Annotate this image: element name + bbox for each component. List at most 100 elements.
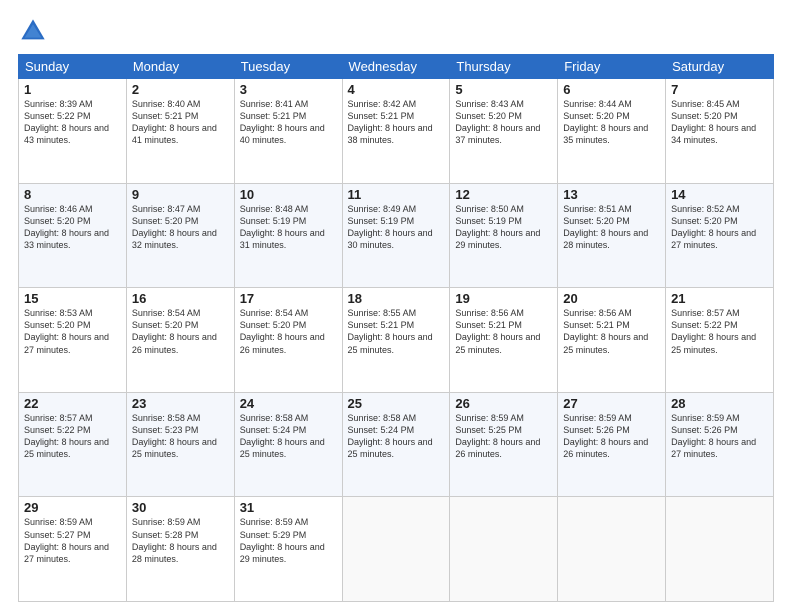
calendar-cell: 5 Sunrise: 8:43 AMSunset: 5:20 PMDayligh… — [450, 79, 558, 184]
day-number: 11 — [348, 187, 445, 202]
day-number: 5 — [455, 82, 552, 97]
day-number: 4 — [348, 82, 445, 97]
day-number: 26 — [455, 396, 552, 411]
day-number: 21 — [671, 291, 768, 306]
cell-info: Sunrise: 8:42 AMSunset: 5:21 PMDaylight:… — [348, 99, 433, 145]
calendar-cell: 15 Sunrise: 8:53 AMSunset: 5:20 PMDaylig… — [19, 288, 127, 393]
weekday-header: Sunday — [19, 55, 127, 79]
weekday-header: Thursday — [450, 55, 558, 79]
calendar-cell: 11 Sunrise: 8:49 AMSunset: 5:19 PMDaylig… — [342, 183, 450, 288]
cell-info: Sunrise: 8:54 AMSunset: 5:20 PMDaylight:… — [132, 308, 217, 354]
calendar-cell: 6 Sunrise: 8:44 AMSunset: 5:20 PMDayligh… — [558, 79, 666, 184]
calendar-cell: 27 Sunrise: 8:59 AMSunset: 5:26 PMDaylig… — [558, 392, 666, 497]
day-number: 29 — [24, 500, 121, 515]
day-number: 22 — [24, 396, 121, 411]
day-number: 16 — [132, 291, 229, 306]
day-number: 30 — [132, 500, 229, 515]
day-number: 15 — [24, 291, 121, 306]
day-number: 8 — [24, 187, 121, 202]
weekday-header: Tuesday — [234, 55, 342, 79]
cell-info: Sunrise: 8:59 AMSunset: 5:26 PMDaylight:… — [671, 413, 756, 459]
calendar-cell: 10 Sunrise: 8:48 AMSunset: 5:19 PMDaylig… — [234, 183, 342, 288]
cell-info: Sunrise: 8:59 AMSunset: 5:26 PMDaylight:… — [563, 413, 648, 459]
day-number: 18 — [348, 291, 445, 306]
cell-info: Sunrise: 8:53 AMSunset: 5:20 PMDaylight:… — [24, 308, 109, 354]
cell-info: Sunrise: 8:58 AMSunset: 5:23 PMDaylight:… — [132, 413, 217, 459]
day-number: 3 — [240, 82, 337, 97]
calendar-cell: 28 Sunrise: 8:59 AMSunset: 5:26 PMDaylig… — [666, 392, 774, 497]
cell-info: Sunrise: 8:51 AMSunset: 5:20 PMDaylight:… — [563, 204, 648, 250]
calendar-cell: 17 Sunrise: 8:54 AMSunset: 5:20 PMDaylig… — [234, 288, 342, 393]
day-number: 31 — [240, 500, 337, 515]
cell-info: Sunrise: 8:59 AMSunset: 5:27 PMDaylight:… — [24, 517, 109, 563]
day-number: 20 — [563, 291, 660, 306]
cell-info: Sunrise: 8:56 AMSunset: 5:21 PMDaylight:… — [455, 308, 540, 354]
calendar-cell: 24 Sunrise: 8:58 AMSunset: 5:24 PMDaylig… — [234, 392, 342, 497]
day-number: 7 — [671, 82, 768, 97]
logo — [18, 16, 52, 46]
cell-info: Sunrise: 8:48 AMSunset: 5:19 PMDaylight:… — [240, 204, 325, 250]
cell-info: Sunrise: 8:56 AMSunset: 5:21 PMDaylight:… — [563, 308, 648, 354]
day-number: 28 — [671, 396, 768, 411]
calendar-cell: 22 Sunrise: 8:57 AMSunset: 5:22 PMDaylig… — [19, 392, 127, 497]
day-number: 6 — [563, 82, 660, 97]
cell-info: Sunrise: 8:39 AMSunset: 5:22 PMDaylight:… — [24, 99, 109, 145]
day-number: 27 — [563, 396, 660, 411]
logo-icon — [18, 16, 48, 46]
cell-info: Sunrise: 8:59 AMSunset: 5:28 PMDaylight:… — [132, 517, 217, 563]
cell-info: Sunrise: 8:55 AMSunset: 5:21 PMDaylight:… — [348, 308, 433, 354]
cell-info: Sunrise: 8:44 AMSunset: 5:20 PMDaylight:… — [563, 99, 648, 145]
calendar-cell: 12 Sunrise: 8:50 AMSunset: 5:19 PMDaylig… — [450, 183, 558, 288]
calendar-week-row: 22 Sunrise: 8:57 AMSunset: 5:22 PMDaylig… — [19, 392, 774, 497]
calendar-cell: 30 Sunrise: 8:59 AMSunset: 5:28 PMDaylig… — [126, 497, 234, 602]
calendar-week-row: 8 Sunrise: 8:46 AMSunset: 5:20 PMDayligh… — [19, 183, 774, 288]
cell-info: Sunrise: 8:59 AMSunset: 5:25 PMDaylight:… — [455, 413, 540, 459]
day-number: 19 — [455, 291, 552, 306]
cell-info: Sunrise: 8:50 AMSunset: 5:19 PMDaylight:… — [455, 204, 540, 250]
cell-info: Sunrise: 8:58 AMSunset: 5:24 PMDaylight:… — [348, 413, 433, 459]
calendar-cell: 1 Sunrise: 8:39 AMSunset: 5:22 PMDayligh… — [19, 79, 127, 184]
day-number: 1 — [24, 82, 121, 97]
calendar-cell: 14 Sunrise: 8:52 AMSunset: 5:20 PMDaylig… — [666, 183, 774, 288]
cell-info: Sunrise: 8:59 AMSunset: 5:29 PMDaylight:… — [240, 517, 325, 563]
day-number: 23 — [132, 396, 229, 411]
calendar-cell: 29 Sunrise: 8:59 AMSunset: 5:27 PMDaylig… — [19, 497, 127, 602]
calendar-table: SundayMondayTuesdayWednesdayThursdayFrid… — [18, 54, 774, 602]
day-number: 25 — [348, 396, 445, 411]
cell-info: Sunrise: 8:40 AMSunset: 5:21 PMDaylight:… — [132, 99, 217, 145]
calendar-cell: 9 Sunrise: 8:47 AMSunset: 5:20 PMDayligh… — [126, 183, 234, 288]
day-number: 2 — [132, 82, 229, 97]
cell-info: Sunrise: 8:46 AMSunset: 5:20 PMDaylight:… — [24, 204, 109, 250]
calendar-cell: 25 Sunrise: 8:58 AMSunset: 5:24 PMDaylig… — [342, 392, 450, 497]
weekday-header: Wednesday — [342, 55, 450, 79]
day-number: 17 — [240, 291, 337, 306]
header — [18, 16, 774, 46]
day-number: 9 — [132, 187, 229, 202]
calendar-cell: 16 Sunrise: 8:54 AMSunset: 5:20 PMDaylig… — [126, 288, 234, 393]
cell-info: Sunrise: 8:45 AMSunset: 5:20 PMDaylight:… — [671, 99, 756, 145]
cell-info: Sunrise: 8:47 AMSunset: 5:20 PMDaylight:… — [132, 204, 217, 250]
calendar-cell: 13 Sunrise: 8:51 AMSunset: 5:20 PMDaylig… — [558, 183, 666, 288]
day-number: 12 — [455, 187, 552, 202]
cell-info: Sunrise: 8:57 AMSunset: 5:22 PMDaylight:… — [671, 308, 756, 354]
weekday-header: Saturday — [666, 55, 774, 79]
cell-info: Sunrise: 8:49 AMSunset: 5:19 PMDaylight:… — [348, 204, 433, 250]
cell-info: Sunrise: 8:54 AMSunset: 5:20 PMDaylight:… — [240, 308, 325, 354]
calendar-cell: 8 Sunrise: 8:46 AMSunset: 5:20 PMDayligh… — [19, 183, 127, 288]
day-number: 13 — [563, 187, 660, 202]
weekday-row: SundayMondayTuesdayWednesdayThursdayFrid… — [19, 55, 774, 79]
day-number: 24 — [240, 396, 337, 411]
day-number: 10 — [240, 187, 337, 202]
cell-info: Sunrise: 8:57 AMSunset: 5:22 PMDaylight:… — [24, 413, 109, 459]
calendar-week-row: 15 Sunrise: 8:53 AMSunset: 5:20 PMDaylig… — [19, 288, 774, 393]
cell-info: Sunrise: 8:58 AMSunset: 5:24 PMDaylight:… — [240, 413, 325, 459]
calendar-cell: 20 Sunrise: 8:56 AMSunset: 5:21 PMDaylig… — [558, 288, 666, 393]
calendar-cell: 26 Sunrise: 8:59 AMSunset: 5:25 PMDaylig… — [450, 392, 558, 497]
calendar-cell — [666, 497, 774, 602]
weekday-header: Friday — [558, 55, 666, 79]
calendar-cell: 3 Sunrise: 8:41 AMSunset: 5:21 PMDayligh… — [234, 79, 342, 184]
calendar-header: SundayMondayTuesdayWednesdayThursdayFrid… — [19, 55, 774, 79]
weekday-header: Monday — [126, 55, 234, 79]
calendar-cell — [558, 497, 666, 602]
calendar-cell: 7 Sunrise: 8:45 AMSunset: 5:20 PMDayligh… — [666, 79, 774, 184]
